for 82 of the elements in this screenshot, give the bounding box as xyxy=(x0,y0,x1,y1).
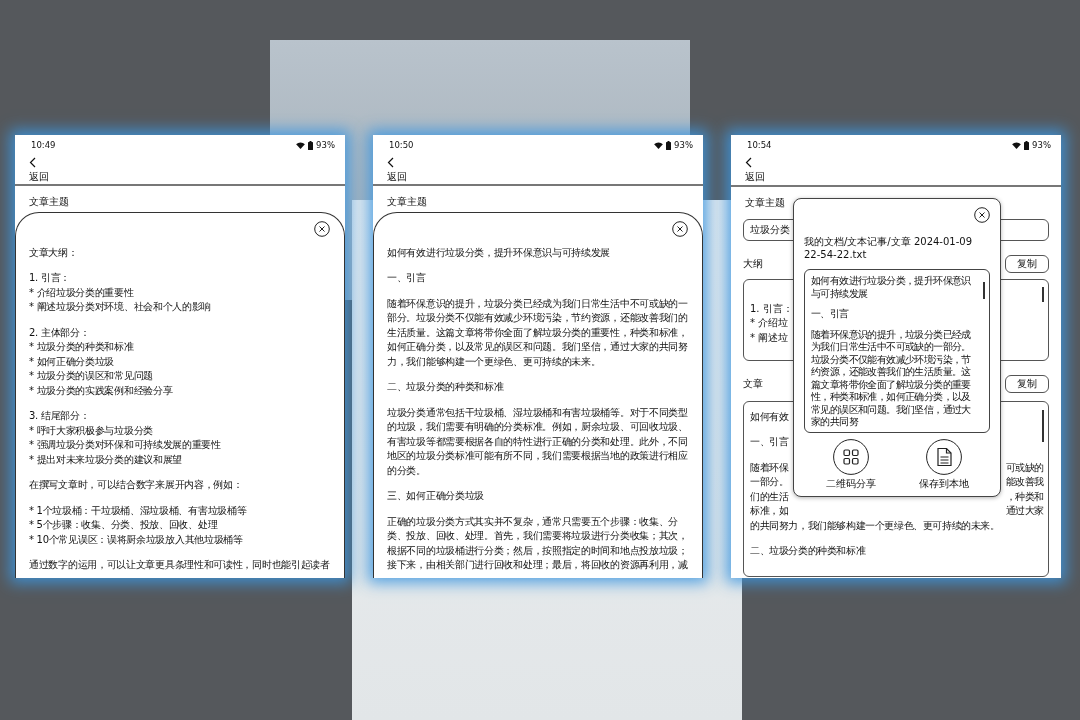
article-paragraph: 随着环保意识的提升，垃圾分类已经成为我们日常生活中不可或缺的一部分。垃圾分类不仅能有效减少环境污染，节约资源，还能改善我们的生活质量。这篇文章将带你全面了解垃圾分类的重要性，种类和标准，如何正确分类，以及常见的误区和问题。我们坚信，通过大家的共同努力，我们能够构建一个更绿色、更可持续的未来。 xyxy=(387,296,689,369)
close-icon xyxy=(974,207,990,223)
back-button[interactable]: 返回 xyxy=(731,155,765,185)
article-text: 能改善我 xyxy=(1005,475,1044,489)
qr-code-icon xyxy=(832,438,869,475)
preview-paragraph: 如何有效进行垃圾分类，提升环保意识与可持续发展 xyxy=(811,275,972,300)
file-path: 我的文档/文本记事/文章 2024-01-09 22-54-22.txt xyxy=(804,235,974,261)
battery-icon xyxy=(308,140,314,150)
outline-line: * 阐述垃 xyxy=(750,330,789,345)
article-text: 的共同努力，我们能够构建一个更绿色、更可持续的未来。 xyxy=(750,518,1000,533)
article-text: 一、引言 xyxy=(750,435,789,449)
outline-line: * 10个常见误区：误将厨余垃圾放入其他垃圾桶等 xyxy=(29,532,243,547)
status-time: 10:54 xyxy=(747,140,772,150)
article-text: 通过大家 xyxy=(1005,504,1044,518)
outline-line: * 5个步骤：收集、分类、投放、回收、处理 xyxy=(29,518,218,532)
back-button[interactable]: 返回 xyxy=(373,155,407,184)
article-paragraph: 如何有效进行垃圾分类，提升环保意识与可持续发展 xyxy=(387,245,612,260)
close-icon xyxy=(314,220,330,237)
article-paragraph: 垃圾分类通常包括干垃圾桶、湿垃圾桶和有害垃圾桶等。对于不同类型的垃圾，我们需要有明确的分类标准。例如，厨余垃圾、可回收垃圾、有害垃圾等都需要根据各自的特性进行正确的分类和处理。此外，不同地区的垃圾分类标准可能有所不同，我们需要根据当地的政策进行相应的分类。 xyxy=(387,405,689,478)
document-icon xyxy=(925,438,962,475)
outline-line: 文章大纲： xyxy=(29,245,78,260)
article-text: 如何有效 xyxy=(750,409,789,424)
article-paragraph: 一、引言 xyxy=(387,271,427,285)
article-text: 可或缺的 xyxy=(1005,460,1044,475)
copy-button[interactable]: 复制 xyxy=(1005,374,1049,393)
close-button[interactable] xyxy=(314,220,330,237)
outline-line: * 1个垃圾桶：干垃圾桶、湿垃圾桶、有害垃圾桶等 xyxy=(29,503,247,518)
scrollbar-thumb xyxy=(1042,409,1044,442)
close-button[interactable] xyxy=(974,207,990,223)
article-text: 一部分。 xyxy=(750,475,789,489)
battery-percentage: 93% xyxy=(316,140,335,150)
article-paragraph: 二、垃圾分类的种类和标准 xyxy=(387,380,505,394)
outline-line: * 垃圾分类的误区和常见问题 xyxy=(29,369,153,383)
topic-label: 文章主题 xyxy=(744,195,786,208)
outline-line: 1. 引言： xyxy=(29,271,70,285)
outline-line: 通过数字的运用，可以让文章更具条理性和可读性，同时也能引起读者 xyxy=(29,558,330,572)
outline-line: * 强调垃圾分类对环保和可持续发展的重要性 xyxy=(29,438,221,452)
outline-line: 3. 结尾部分： xyxy=(29,409,90,423)
outline-line: * 阐述垃圾分类对环境、社会和个人的影响 xyxy=(29,300,212,314)
back-button[interactable]: 返回 xyxy=(15,155,49,184)
outline-line: * 如何正确分类垃圾 xyxy=(29,354,115,369)
back-icon xyxy=(745,157,752,168)
article-text: 二、垃圾分类的种类和标准 xyxy=(750,544,866,558)
back-icon xyxy=(387,157,394,168)
battery-icon xyxy=(666,140,672,150)
outline-line: * 垃圾分类的实践案例和经验分享 xyxy=(29,383,173,398)
outline-line: * 呼吁大家积极参与垃圾分类 xyxy=(29,423,153,438)
article-text: ，种类和 xyxy=(1005,489,1044,504)
article-text: 们的生活 xyxy=(750,489,789,504)
topic-label: 文章主题 xyxy=(28,194,70,207)
save-button[interactable]: 保存到本地 xyxy=(918,438,969,491)
outline-line: * 介绍垃 xyxy=(750,316,789,330)
preview-paragraph: 随着环保意识的提升，垃圾分类已经成为我们日常生活中不可或缺的一部分。垃圾分类不仅能有效减少环境污染，节约资源，还能改善我们的生活质量。这篇文章将带你全面了解垃圾分类的重要性，种类和标准，如何正确分类，以及常见的误区和问题。我们坚信，通过大家的共同努 xyxy=(811,328,972,429)
outline-line: * 介绍垃圾分类的重要性 xyxy=(29,285,134,300)
wifi-icon xyxy=(654,141,664,149)
battery-icon xyxy=(1024,140,1030,150)
wifi-icon xyxy=(296,141,306,149)
article-text: 标准，如 xyxy=(750,504,789,518)
section-label: 大纲 xyxy=(743,256,763,271)
section-label: 文章 xyxy=(743,376,763,391)
topic-label: 文章主题 xyxy=(386,194,428,207)
back-icon xyxy=(29,157,36,168)
status-time: 10:50 xyxy=(389,140,414,150)
preview-paragraph: 一、引言 xyxy=(811,308,850,321)
outline-line: * 垃圾分类的种类和标准 xyxy=(29,340,134,354)
article-text: 随着环保 xyxy=(750,460,789,475)
scrollbar-thumb xyxy=(1042,286,1044,302)
copy-button[interactable]: 复制 xyxy=(1005,254,1049,273)
outline-line: 1. 引言： xyxy=(750,301,793,316)
status-time: 10:49 xyxy=(31,140,56,150)
wifi-icon xyxy=(1012,141,1022,149)
qr-share-button[interactable]: 二维码分享 xyxy=(825,438,876,491)
outline-line: 在撰写文章时，可以结合数字来展开内容，例如： xyxy=(29,478,243,492)
battery-percentage: 93% xyxy=(1032,140,1051,150)
outline-line: 2. 主体部分： xyxy=(29,325,90,340)
close-button[interactable] xyxy=(672,220,688,237)
close-icon xyxy=(672,220,688,237)
battery-percentage: 93% xyxy=(674,140,693,150)
article-paragraph: 三、如何正确分类垃圾 xyxy=(387,489,485,503)
article-paragraph: 正确的垃圾分类方式其实并不复杂，通常只需要五个步骤：收集、分类、投放、回收、处理。首先，我们需要将垃圾进行分类收集；其次，根据不同的垃圾桶进行分类；然后，按照指定的时间和地点投放垃圾；接下来，由相关部门进行回收和处理；最后，将回收的资源再利用，减 xyxy=(387,514,689,572)
scrollbar-thumb xyxy=(983,282,985,299)
outline-line: * 提出对未来垃圾分类的建议和展望 xyxy=(29,452,183,467)
